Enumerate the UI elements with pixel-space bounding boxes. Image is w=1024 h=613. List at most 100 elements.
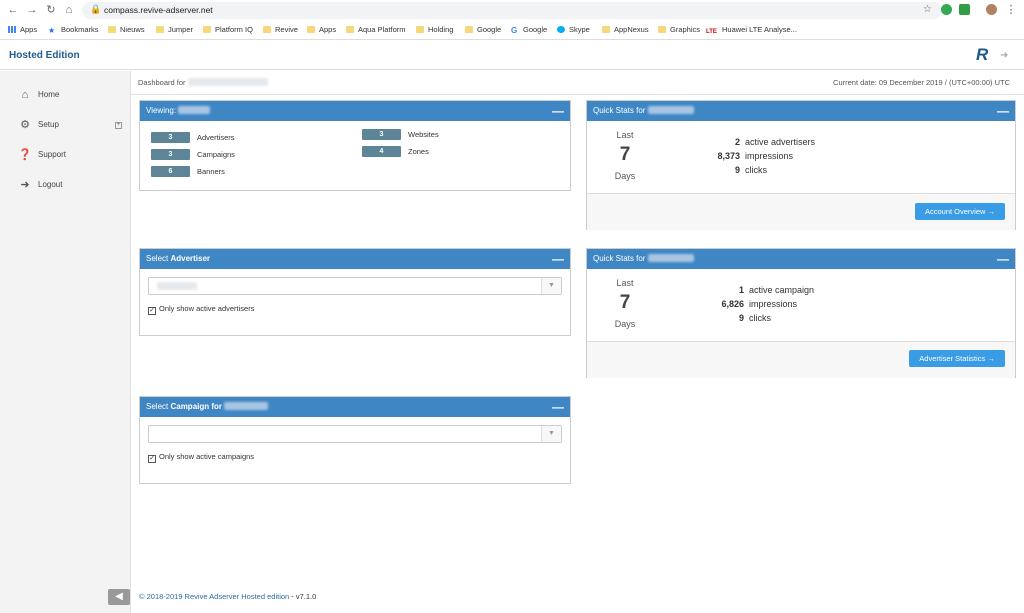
checkbox-checked-icon[interactable]: ✓	[148, 307, 156, 315]
redacted-account	[178, 106, 211, 114]
extension-green-icon[interactable]	[941, 4, 952, 15]
dashboard-bar: Dashboard for Current date: 09 December …	[131, 71, 1024, 95]
sidebar-item-setup[interactable]: ⚙ Setup	[18, 117, 59, 133]
bookmark-holding[interactable]: Holding	[416, 24, 453, 36]
bookmark-apps-folder[interactable]: Apps	[307, 24, 336, 36]
extension-feedly-icon[interactable]	[959, 4, 970, 15]
collapse-sidebar-button[interactable]: ◀	[108, 589, 130, 605]
apps-grid-icon	[8, 26, 16, 33]
quick-stats-advertiser-panel: Quick Stats for — Last 7 Days 1 active c…	[586, 248, 1016, 378]
setup-expand-icon[interactable]: +	[115, 122, 122, 129]
chevron-down-icon[interactable]: ▼	[541, 278, 561, 294]
revive-logo[interactable]: R	[976, 45, 988, 65]
dashboard-for: Dashboard for	[138, 78, 268, 87]
google-icon: G	[511, 26, 518, 35]
select-campaign-header: Select Campaign for —	[140, 397, 570, 417]
websites-count[interactable]: 3	[362, 129, 401, 140]
collapse-icon[interactable]: —	[552, 249, 564, 269]
banners-count[interactable]: 6	[151, 166, 190, 177]
redacted-advertiser-name	[224, 402, 269, 410]
zones-count[interactable]: 4	[362, 146, 401, 157]
gear-icon: ⚙	[20, 118, 30, 131]
current-date: Current date: 09 December 2019 / (UTC+00…	[833, 78, 1010, 87]
banners-label[interactable]: Banners	[197, 166, 225, 177]
folder-icon	[416, 26, 424, 33]
redacted-advertiser	[647, 254, 694, 262]
sidebar-item-logout[interactable]: ➜ Logout	[18, 177, 62, 193]
bookmark-nieuws[interactable]: Nieuws	[108, 24, 145, 36]
advertiser-statistics-button[interactable]: Advertiser Statistics →	[909, 350, 1005, 367]
zones-label[interactable]: Zones	[408, 146, 429, 157]
viewing-panel: Viewing: — 3 Advertisers 3 Campaigns 6 B…	[139, 100, 571, 191]
bookmark-aqua-platform[interactable]: Aqua Platform	[346, 24, 406, 36]
stat-clicks: 9 clicks	[738, 313, 772, 323]
select-campaign-panel: Select Campaign for — ▼ ✓ Only show activ…	[139, 396, 571, 484]
quick-stats-account-header: Quick Stats for —	[587, 101, 1015, 121]
active-campaigns-checkbox[interactable]: ✓ Only show active campaigns	[148, 452, 254, 463]
folder-icon	[658, 26, 666, 33]
advertisers-count[interactable]: 3	[151, 132, 190, 143]
bookmark-jumper[interactable]: Jumper	[156, 24, 193, 36]
campaigns-label[interactable]: Campaigns	[197, 149, 235, 160]
star-icon: ★	[48, 26, 56, 35]
menu-kebab-icon[interactable]: ⋮	[1004, 3, 1018, 17]
reload-icon[interactable]: ↻	[44, 3, 58, 17]
bookmark-graphics[interactable]: Graphics	[658, 24, 700, 36]
question-icon: ❓	[18, 148, 32, 161]
stat-active-advertisers: 2 active advertisers	[734, 137, 816, 147]
footer: © 2018-2019 Revive Adserver Hosted editi…	[139, 592, 316, 601]
collapse-icon[interactable]: —	[997, 249, 1009, 269]
sidebar-item-home[interactable]: ⌂ Home	[18, 87, 60, 103]
back-icon[interactable]: ←	[6, 3, 20, 17]
folder-icon	[156, 26, 164, 33]
bookmark-google[interactable]: G Google	[511, 24, 547, 36]
chevron-down-icon[interactable]: ▼	[541, 426, 561, 442]
stats-period: Last 7 Days	[614, 130, 636, 181]
quick-stats-advertiser-header: Quick Stats for —	[587, 249, 1015, 269]
folder-icon	[203, 26, 211, 33]
address-bar[interactable]: 🔒 compass.revive-adserver.net ☆	[82, 2, 942, 19]
account-overview-button[interactable]: Account Overview →	[915, 203, 1005, 220]
websites-label[interactable]: Websites	[408, 129, 439, 140]
bookmark-google-folder[interactable]: Google	[465, 24, 501, 36]
advertisers-label[interactable]: Advertisers	[197, 132, 235, 143]
bookmark-revive[interactable]: Revive	[263, 24, 298, 36]
checkbox-checked-icon[interactable]: ✓	[148, 455, 156, 463]
select-advertiser-panel: Select Advertiser — ▼ ✓ Only show active a…	[139, 248, 571, 336]
redacted-user	[187, 78, 268, 86]
active-advertisers-checkbox[interactable]: ✓ Only show active advertisers	[148, 304, 254, 315]
home-icon: ⌂	[21, 88, 29, 101]
folder-icon	[602, 26, 610, 33]
folder-icon	[465, 26, 473, 33]
stat-active-campaign: 1 active campaign	[738, 285, 815, 295]
advertiser-select[interactable]: ▼	[148, 277, 562, 295]
bookmark-bookmarks[interactable]: ★ Bookmarks	[48, 24, 99, 36]
stat-clicks: 9 clicks	[734, 165, 768, 175]
forward-icon[interactable]: →	[25, 3, 39, 17]
sidebar-item-support[interactable]: ❓ Support	[18, 147, 66, 163]
brand-title: Hosted Edition	[9, 50, 80, 61]
collapse-icon[interactable]: —	[552, 397, 564, 417]
panel-footer: Advertiser Statistics →	[587, 341, 1015, 378]
bookmark-platform-iq[interactable]: Platform IQ	[203, 24, 253, 36]
logout-top-icon[interactable]: ➜	[1000, 50, 1008, 61]
bookmark-appnexus[interactable]: AppNexus	[602, 24, 649, 36]
skype-icon	[557, 26, 565, 33]
bookmark-apps[interactable]: Apps	[8, 24, 37, 36]
home-browser-icon[interactable]: ⌂	[62, 3, 76, 17]
bookmark-skype[interactable]: Skype	[557, 24, 590, 36]
sidebar: ⌂ Home ⚙ Setup ❓ Support ➜ Logout	[0, 71, 131, 613]
folder-icon	[108, 26, 116, 33]
lock-icon: 🔒	[90, 4, 102, 14]
bookmark-huawei[interactable]: LTE Huawei LTE Analyse...	[706, 24, 797, 36]
bookmark-star-icon[interactable]: ☆	[923, 4, 932, 15]
folder-icon	[263, 26, 271, 33]
collapse-icon[interactable]: —	[997, 101, 1009, 121]
panel-footer: Account Overview →	[587, 193, 1015, 230]
campaign-select[interactable]: ▼	[148, 425, 562, 443]
collapse-icon[interactable]: —	[552, 101, 564, 121]
copyright-link[interactable]: © 2018-2019 Revive Adserver Hosted editi…	[139, 592, 289, 601]
campaigns-count[interactable]: 3	[151, 149, 190, 160]
viewing-panel-header: Viewing: —	[140, 101, 570, 121]
profile-avatar-icon[interactable]	[986, 4, 997, 15]
